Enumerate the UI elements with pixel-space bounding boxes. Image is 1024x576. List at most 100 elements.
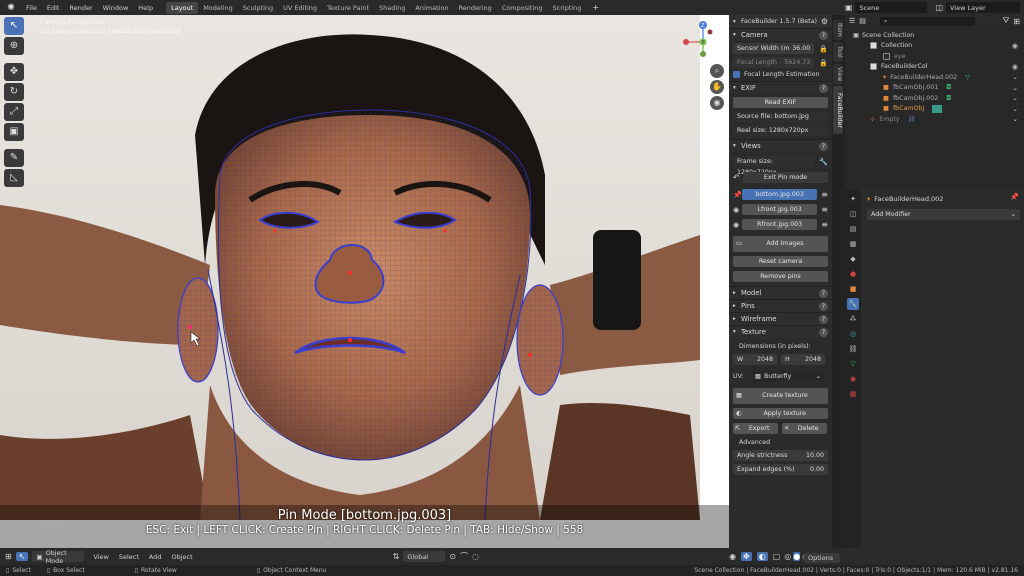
outliner-row-cam2[interactable]: ■ fbCamObj.002 ◘ ⌄ (845, 93, 1024, 104)
view-layer-properties-icon[interactable]: ▦ (847, 238, 859, 250)
view-layer-selector[interactable]: View Layer (946, 2, 1020, 13)
menu-help[interactable]: Help (133, 4, 158, 12)
tab-modeling[interactable]: Modeling (198, 2, 238, 14)
pin-mode-operator-label[interactable]: › Pin Mode (33, 523, 69, 531)
gizmo-toggle-icon[interactable]: ✥ (741, 552, 752, 561)
zoom-icon[interactable]: ⌕ (710, 64, 724, 78)
view-layer-icon[interactable]: ◫ (935, 3, 943, 12)
sensor-width-field[interactable]: Sensor Width (m 36.00 (733, 43, 815, 54)
data-properties-icon[interactable]: ▽ (847, 358, 859, 370)
eye-icon[interactable]: ◉ (1012, 42, 1018, 50)
material-properties-icon[interactable]: ◉ (847, 373, 859, 385)
pin-icon[interactable]: 📌 (1010, 193, 1019, 201)
tab-uv-editing[interactable]: UV Editing (278, 2, 322, 14)
help-icon[interactable]: ? (819, 288, 828, 298)
solid-shading-icon[interactable]: ● (793, 552, 801, 561)
checkbox-icon[interactable] (883, 52, 890, 60)
export-button[interactable]: ⇱ Export (733, 423, 778, 434)
navigation-gizmo[interactable]: Z Y (683, 18, 723, 58)
eye-icon[interactable]: ◉ (733, 221, 742, 229)
tab-view[interactable]: View (833, 64, 843, 84)
texture-width-field[interactable]: W 2048 (733, 354, 777, 365)
constraints-properties-icon[interactable]: ⛓ (847, 343, 859, 355)
menu-select[interactable]: Select (114, 553, 144, 561)
menu-edit[interactable]: Edit (42, 4, 65, 12)
outliner-row-head[interactable]: ▾ FaceBuilderHead.002 ▽ ⌄ (845, 72, 1024, 83)
outliner-row-empty[interactable]: ⊹ Empty ⛓ ⌄ (845, 114, 1024, 125)
pan-icon[interactable]: ✋ (710, 80, 724, 94)
create-texture-button[interactable]: ▦ Create texture (733, 388, 828, 404)
filter-icon[interactable]: ⛛ (1003, 16, 1010, 26)
help-icon[interactable]: ? (819, 83, 828, 93)
options-dropdown[interactable]: Options (804, 553, 840, 563)
render-properties-icon[interactable]: ◫ (847, 208, 859, 220)
tab-item[interactable]: Item (833, 20, 843, 40)
rotate-tool-icon[interactable]: ↻ (4, 83, 24, 101)
view-item-bottom[interactable]: bottom.jpg.003 (741, 189, 818, 200)
snap-icon[interactable]: ⌒ (460, 551, 468, 562)
menu-view[interactable]: View (88, 553, 113, 561)
model-section-header[interactable]: ▸ Model? (729, 286, 832, 299)
mode-selector[interactable]: ▣ Object Mode (32, 549, 85, 565)
menu-file[interactable]: File (21, 4, 42, 12)
checkbox-icon[interactable] (870, 63, 877, 71)
move-tool-icon[interactable]: ✥ (4, 63, 24, 81)
texture-section-header[interactable]: ▾ Texture? (729, 325, 832, 338)
chevron-icon[interactable]: ⌄ (1012, 105, 1018, 113)
outliner-search-input[interactable]: ⌕ (879, 16, 975, 26)
display-mode-icon[interactable]: ▤ (859, 17, 866, 25)
delete-button[interactable]: ✕ Delete (782, 423, 827, 434)
uv-dropdown[interactable]: ▦ Butterfly ⌄ (751, 371, 825, 382)
tab-layout[interactable]: Layout (166, 1, 199, 14)
outliner-root[interactable]: ▣ Scene Collection (845, 30, 1024, 41)
expand-edges-field[interactable]: Expand edges (%) 0.00 (733, 464, 828, 475)
scene-properties-icon[interactable]: ◆ (847, 253, 859, 265)
object-properties-icon[interactable]: ■ (847, 283, 859, 295)
help-icon[interactable]: ? (819, 314, 828, 324)
views-section-header[interactable]: ▾ Views? (729, 139, 832, 152)
tab-rendering[interactable]: Rendering (454, 2, 497, 14)
xray-icon[interactable]: ▢ (773, 552, 781, 561)
chevron-icon[interactable]: ⌄ (1012, 115, 1018, 123)
view-menu-icon[interactable]: ≡ (821, 220, 828, 229)
menu-add[interactable]: Add (144, 553, 167, 561)
gizmo-neg-y-axis[interactable] (700, 51, 706, 57)
chevron-icon[interactable]: ⌄ (1012, 94, 1018, 102)
orientation-icon[interactable]: ⇅ (393, 552, 400, 561)
help-icon[interactable]: ? (819, 30, 828, 40)
overlays-icon[interactable]: ◐ (756, 552, 768, 561)
tab-scripting[interactable]: Scripting (548, 2, 587, 14)
wireframe-section-header[interactable]: ▸ Wireframe? (729, 312, 832, 325)
tab-animation[interactable]: Animation (410, 2, 453, 14)
tool-properties-icon[interactable]: ✦ (847, 193, 859, 205)
outliner-row-cam1[interactable]: ■ fbCamObj.001 ◘ ⌄ (845, 83, 1024, 94)
physics-properties-icon[interactable]: ◎ (847, 328, 859, 340)
gizmo-neg-x-axis[interactable] (707, 29, 713, 35)
help-icon[interactable]: ? (819, 327, 828, 337)
help-icon[interactable]: ? (819, 141, 828, 151)
editor-type-icon[interactable]: ⊞ (5, 552, 12, 561)
eye-icon[interactable]: ◉ (733, 206, 742, 214)
wrench-icon[interactable]: 🔧 (819, 158, 828, 166)
pins-section-header[interactable]: ▸ Pins? (729, 299, 832, 312)
gizmo-x-axis[interactable] (683, 39, 689, 45)
tab-facebuilder[interactable]: FaceBuilder (833, 86, 843, 134)
output-properties-icon[interactable]: ▤ (847, 223, 859, 235)
pin-icon[interactable]: 📌 (733, 191, 742, 199)
exif-section-header[interactable]: ▾ EXIF? (729, 81, 832, 94)
tab-compositing[interactable]: Compositing (497, 2, 548, 14)
lock-icon[interactable]: 🔒 (819, 59, 828, 67)
blender-logo-icon[interactable]: ✺ (4, 2, 18, 14)
view-item-lfront[interactable]: Lfront.jpg.003 (741, 204, 818, 215)
view-menu-icon[interactable]: ≡ (821, 190, 828, 199)
outliner-row-cam[interactable]: ■ fbCamObj ⌄ (845, 104, 1024, 115)
lock-icon[interactable]: 🔒 (819, 45, 828, 53)
measure-tool-icon[interactable]: ◺ (4, 169, 24, 187)
wireframe-shading-icon[interactable]: ◎ (784, 552, 791, 561)
reset-camera-button[interactable]: Reset camera (733, 256, 828, 267)
view-menu-icon[interactable]: ≡ (821, 205, 828, 214)
tab-texture-paint[interactable]: Texture Paint (322, 2, 374, 14)
read-exif-button[interactable]: Read EXIF (733, 97, 828, 108)
visibility-icon[interactable]: ◉ (729, 552, 736, 561)
checkbox-icon[interactable] (870, 42, 877, 50)
